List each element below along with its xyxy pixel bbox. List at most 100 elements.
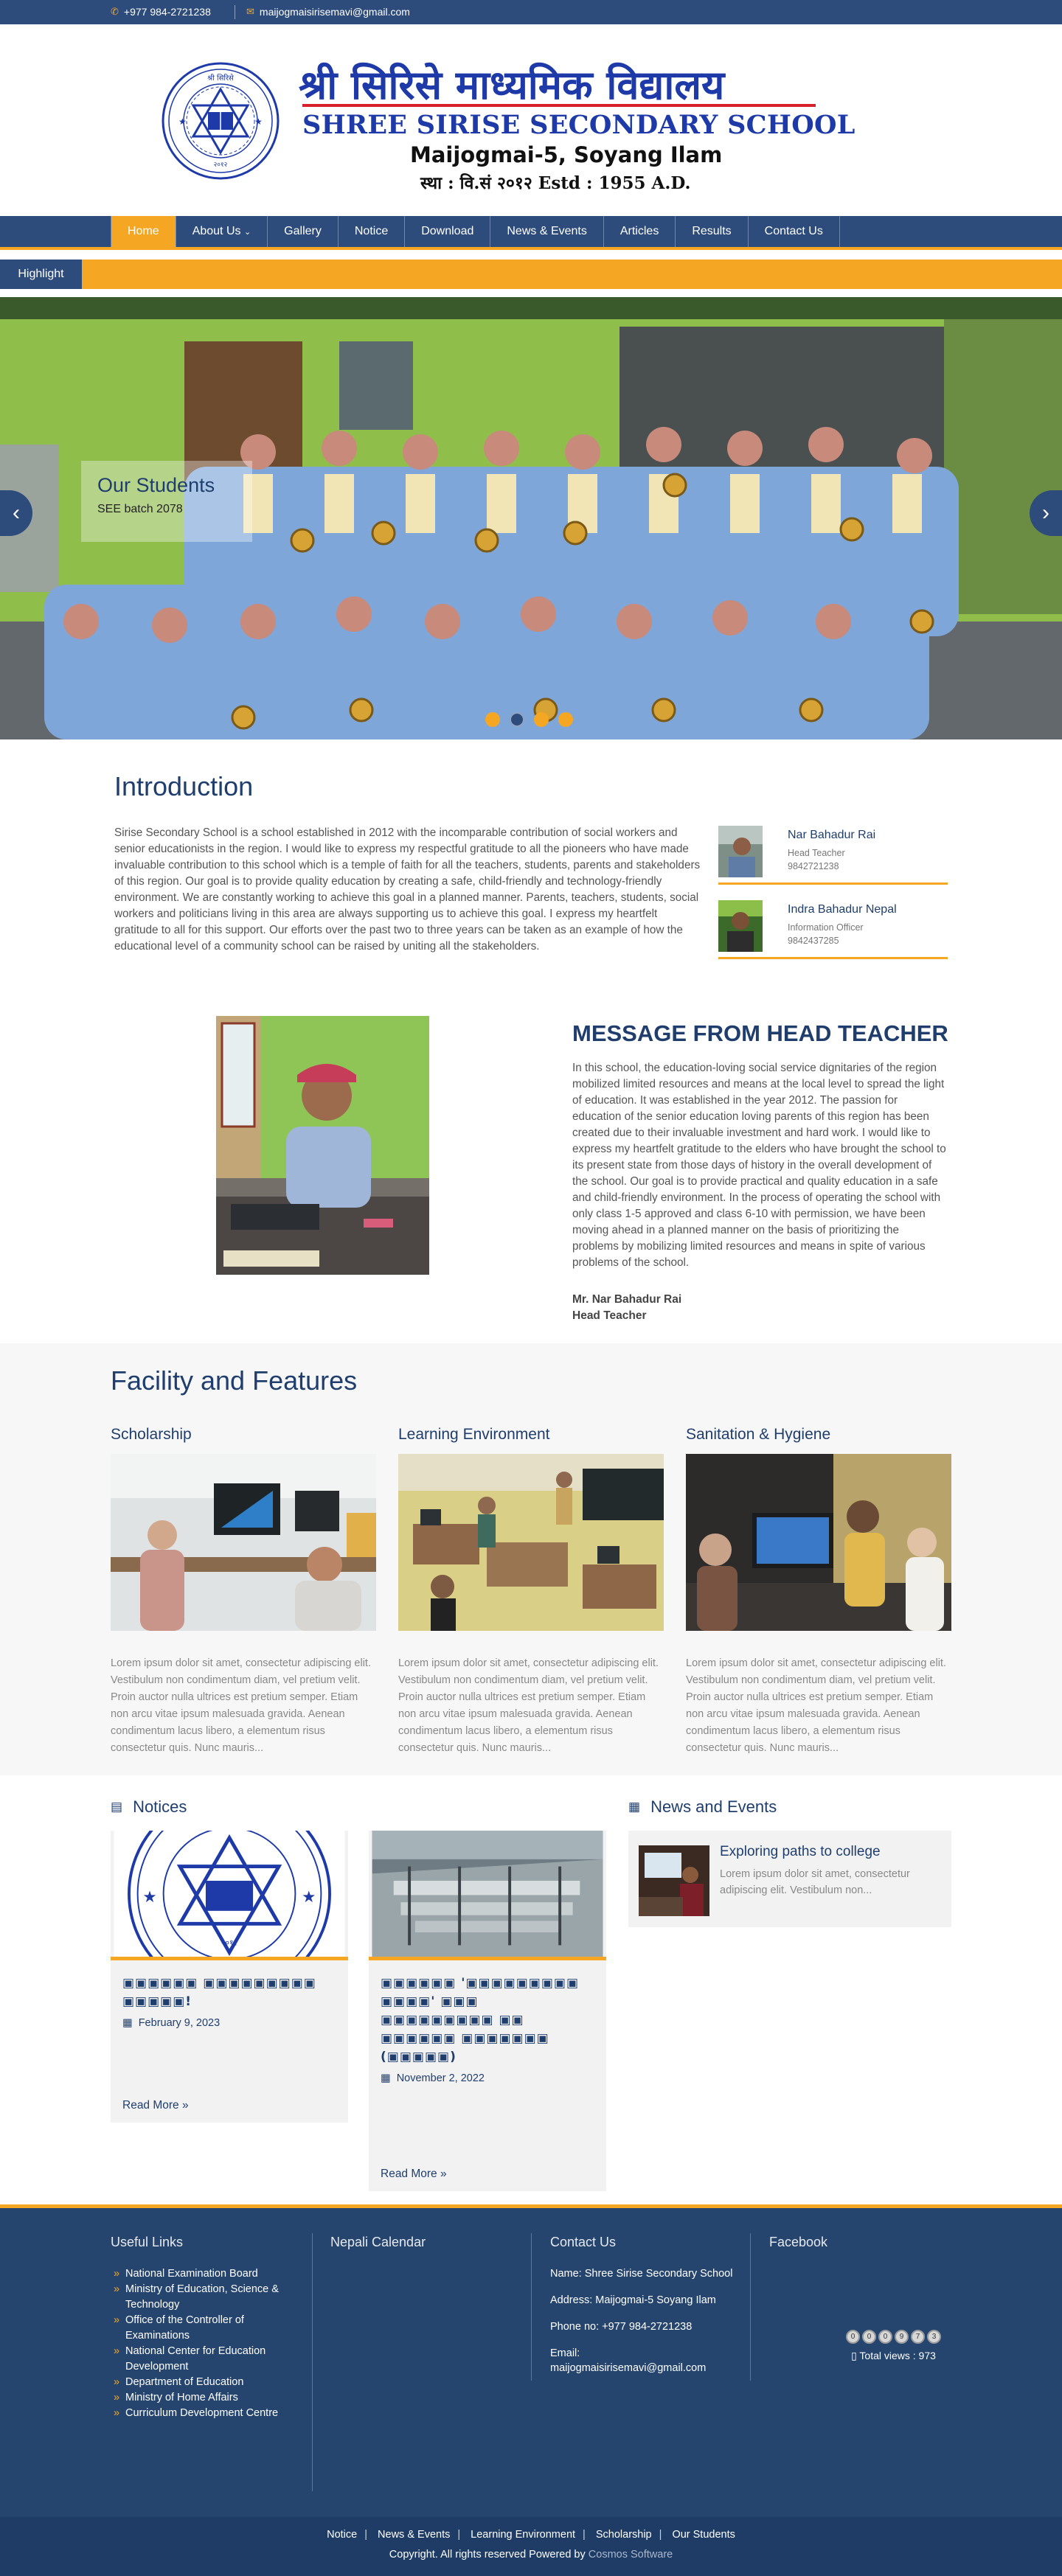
nav-download[interactable]: Download bbox=[404, 216, 490, 247]
link-separator: | bbox=[659, 2529, 662, 2541]
news-item-title[interactable]: Exploring paths to college bbox=[720, 1844, 881, 1860]
topbar-phone[interactable]: ✆ +977 984-2721238 bbox=[111, 6, 211, 18]
copyright: Copyright. All rights reserved Powered b… bbox=[0, 2549, 1062, 2561]
notice-image-seal: ★ ★ २०१२ bbox=[111, 1792, 348, 1996]
slider-dot-active[interactable] bbox=[510, 712, 524, 727]
nav-results[interactable]: Results bbox=[675, 216, 747, 247]
slider-dot[interactable] bbox=[485, 712, 500, 727]
topbar-email[interactable]: ✉ maijogmaisirisemavi@gmail.com bbox=[246, 6, 410, 18]
facility-card-title: Learning Environment bbox=[398, 1426, 550, 1443]
nav-news-events[interactable]: News & Events bbox=[490, 216, 603, 247]
notice-date: ▦ February 9, 2023 bbox=[111, 2011, 348, 2029]
footer-divider bbox=[531, 2233, 532, 2381]
footer-contact-heading: Contact Us bbox=[550, 2235, 617, 2249]
counter-digit: 0 bbox=[846, 2330, 860, 2344]
double-chevron-right-icon: » bbox=[440, 2168, 447, 2180]
facility-card[interactable]: Learning Environment Lorem ipsum dolor s… bbox=[398, 1426, 664, 1757]
staff-card[interactable]: Indra Bahadur Nepal Information Officer … bbox=[718, 900, 948, 959]
facility-card[interactable]: Scholarship Lorem ipsum dolor sit amet, … bbox=[111, 1426, 376, 1757]
staff-phone: 9842721238 bbox=[788, 861, 839, 871]
calendar-icon: ▦ bbox=[628, 1800, 641, 1814]
svg-text:★: ★ bbox=[178, 116, 187, 127]
bottom-link-learning[interactable]: Learning Environment bbox=[463, 2529, 583, 2541]
svg-text:★: ★ bbox=[142, 1888, 156, 1906]
nav-gallery[interactable]: Gallery bbox=[267, 216, 338, 247]
footer-divider bbox=[312, 2233, 313, 2491]
counter-digit: 3 bbox=[927, 2330, 941, 2344]
footer-link[interactable]: Ministry of Education, Science & Technol… bbox=[111, 2282, 302, 2313]
chevron-right-icon: › bbox=[1042, 501, 1049, 525]
signer-role: Head Teacher bbox=[572, 1309, 647, 1322]
footer-link[interactable]: Ministry of Home Affairs bbox=[111, 2390, 302, 2406]
read-more-link[interactable]: Read More » bbox=[381, 2168, 447, 2181]
double-chevron-right-icon: » bbox=[182, 2099, 189, 2112]
nav-notice[interactable]: Notice bbox=[337, 216, 404, 247]
bottom-link-news[interactable]: News & Events bbox=[370, 2529, 457, 2541]
facility-section: Facility and Features Scholarship Lorem … bbox=[0, 1343, 1062, 1775]
footer-link[interactable]: National Examination Board bbox=[111, 2266, 302, 2282]
read-more-label: Read More bbox=[381, 2168, 437, 2180]
highlight-label: Highlight bbox=[0, 260, 82, 289]
nav-contact-us[interactable]: Contact Us bbox=[747, 216, 840, 247]
hero-slider[interactable]: Our Students SEE batch 2078 ‹ › bbox=[0, 297, 1062, 739]
notice-card[interactable]: ★ ★ २०१२ ▣▣▣▣▣▣ ▣▣▣▣▣▣▣▣▣ ▣▣▣▣▣! ▦ Febru… bbox=[111, 1792, 348, 2123]
svg-text:२०१२: २०१२ bbox=[221, 1938, 237, 1947]
footer-link[interactable]: National Center for Education Developmen… bbox=[111, 2344, 302, 2375]
counter-digit: 9 bbox=[895, 2330, 909, 2344]
staff-card[interactable]: Nar Bahadur Rai Head Teacher 9842721238 bbox=[718, 826, 948, 885]
facility-card-title: Scholarship bbox=[111, 1426, 192, 1443]
facility-card-text: Lorem ipsum dolor sit amet, consectetur … bbox=[111, 1657, 371, 1754]
school-name-nepali: श्री सिरिसे माध्यमिक विद्यालय bbox=[299, 61, 725, 108]
topbar-email-text: maijogmaisirisemavi@gmail.com bbox=[259, 6, 410, 18]
slider-pagination bbox=[485, 712, 573, 727]
footer-link[interactable]: Curriculum Development Centre bbox=[111, 2406, 302, 2421]
footer-link[interactable]: Department of Education bbox=[111, 2375, 302, 2390]
slider-dot[interactable] bbox=[558, 712, 573, 727]
counter-total: ▯ Total views : 973 bbox=[846, 2350, 941, 2362]
bottom-link-notice[interactable]: Notice bbox=[319, 2529, 364, 2541]
school-location: Maijogmai-5, Soyang Ilam bbox=[410, 142, 723, 167]
nav-about-us[interactable]: About Us ⌄ bbox=[175, 216, 267, 247]
news-item[interactable]: Exploring paths to college Lorem ipsum d… bbox=[628, 1831, 951, 1927]
calendar-icon: ▦ bbox=[122, 2017, 133, 2029]
footer-bottom-links: Notice | News & Events | Learning Environm… bbox=[0, 2529, 1062, 2541]
nav-articles[interactable]: Articles bbox=[603, 216, 675, 247]
title-underline bbox=[302, 104, 816, 107]
notice-title[interactable]: ▣▣▣▣▣▣ '▣▣▣▣▣▣▣▣▣ ▣▣▣▣' ▣▣▣ ▣▣▣▣▣▣▣▣▣ ▣▣… bbox=[369, 1964, 606, 2067]
notice-title[interactable]: ▣▣▣▣▣▣ ▣▣▣▣▣▣▣▣▣ ▣▣▣▣▣! bbox=[111, 1964, 348, 2011]
bottom-link-students[interactable]: Our Students bbox=[664, 2529, 742, 2541]
visitor-counter: 0 0 0 9 7 3 ▯ Total views : 973 bbox=[846, 2330, 941, 2362]
school-name-english: SHREE SIRISE SECONDARY SCHOOL bbox=[302, 110, 856, 140]
notice-card[interactable]: ▣▣▣▣▣▣ '▣▣▣▣▣▣▣▣▣ ▣▣▣▣' ▣▣▣ ▣▣▣▣▣▣▣▣▣ ▣▣… bbox=[369, 1831, 606, 2191]
school-seal-logo[interactable]: श्री सिरिसे २०१२ ★ ★ bbox=[161, 61, 280, 181]
powered-by-link[interactable]: Cosmos Software bbox=[589, 2549, 673, 2561]
signer-name: Mr. Nar Bahadur Rai bbox=[572, 1293, 682, 1306]
footer-facebook-heading: Facebook bbox=[769, 2235, 828, 2249]
phone-icon: ✆ bbox=[111, 6, 119, 17]
footer-link[interactable]: Office of the Controller of Examinations bbox=[111, 2313, 302, 2344]
contact-address: Address: Maijogmai-5 Soyang Ilam bbox=[550, 2294, 716, 2306]
facility-card-image bbox=[686, 1454, 951, 1631]
facility-card[interactable]: Sanitation & Hygiene Lorem ipsum dolor s… bbox=[686, 1426, 951, 1757]
footer-divider bbox=[750, 2233, 751, 2381]
contact-email-link[interactable]: maijogmaisirisemavi@gmail.com bbox=[550, 2362, 706, 2374]
news-item-image bbox=[639, 1845, 709, 1916]
counter-total-text: Total views : 973 bbox=[859, 2350, 936, 2361]
slider-dot[interactable] bbox=[534, 712, 549, 727]
bottom-link-scholarship[interactable]: Scholarship bbox=[589, 2529, 659, 2541]
svg-text:श्री सिरिसे: श्री सिरिसे bbox=[207, 74, 234, 83]
nav-about-us-label: About Us bbox=[192, 225, 241, 237]
link-separator: | bbox=[364, 2529, 367, 2541]
slide-caption-subtitle: SEE batch 2078 bbox=[97, 503, 183, 515]
page: { "topbar": {"phone": "+977 984-2721238"… bbox=[0, 0, 1062, 2576]
news-heading-text: News and Events bbox=[650, 1797, 777, 1816]
nav-home[interactable]: Home bbox=[111, 216, 176, 247]
intro-heading: Introduction bbox=[114, 771, 254, 801]
facility-card-image bbox=[111, 1454, 376, 1631]
contact-phone[interactable]: Phone no: +977 984-2721238 bbox=[550, 2319, 749, 2334]
footer-useful-links: Useful Links National Examination Board … bbox=[111, 2235, 302, 2421]
read-more-link[interactable]: Read More » bbox=[122, 2099, 189, 2112]
staff-name: Nar Bahadur Rai bbox=[788, 829, 876, 841]
site-header: श्री सिरिसे २०१२ ★ ★ श्री सिरिसे माध्यमि… bbox=[0, 24, 1062, 216]
slide-caption-title: Our Students bbox=[97, 474, 215, 496]
